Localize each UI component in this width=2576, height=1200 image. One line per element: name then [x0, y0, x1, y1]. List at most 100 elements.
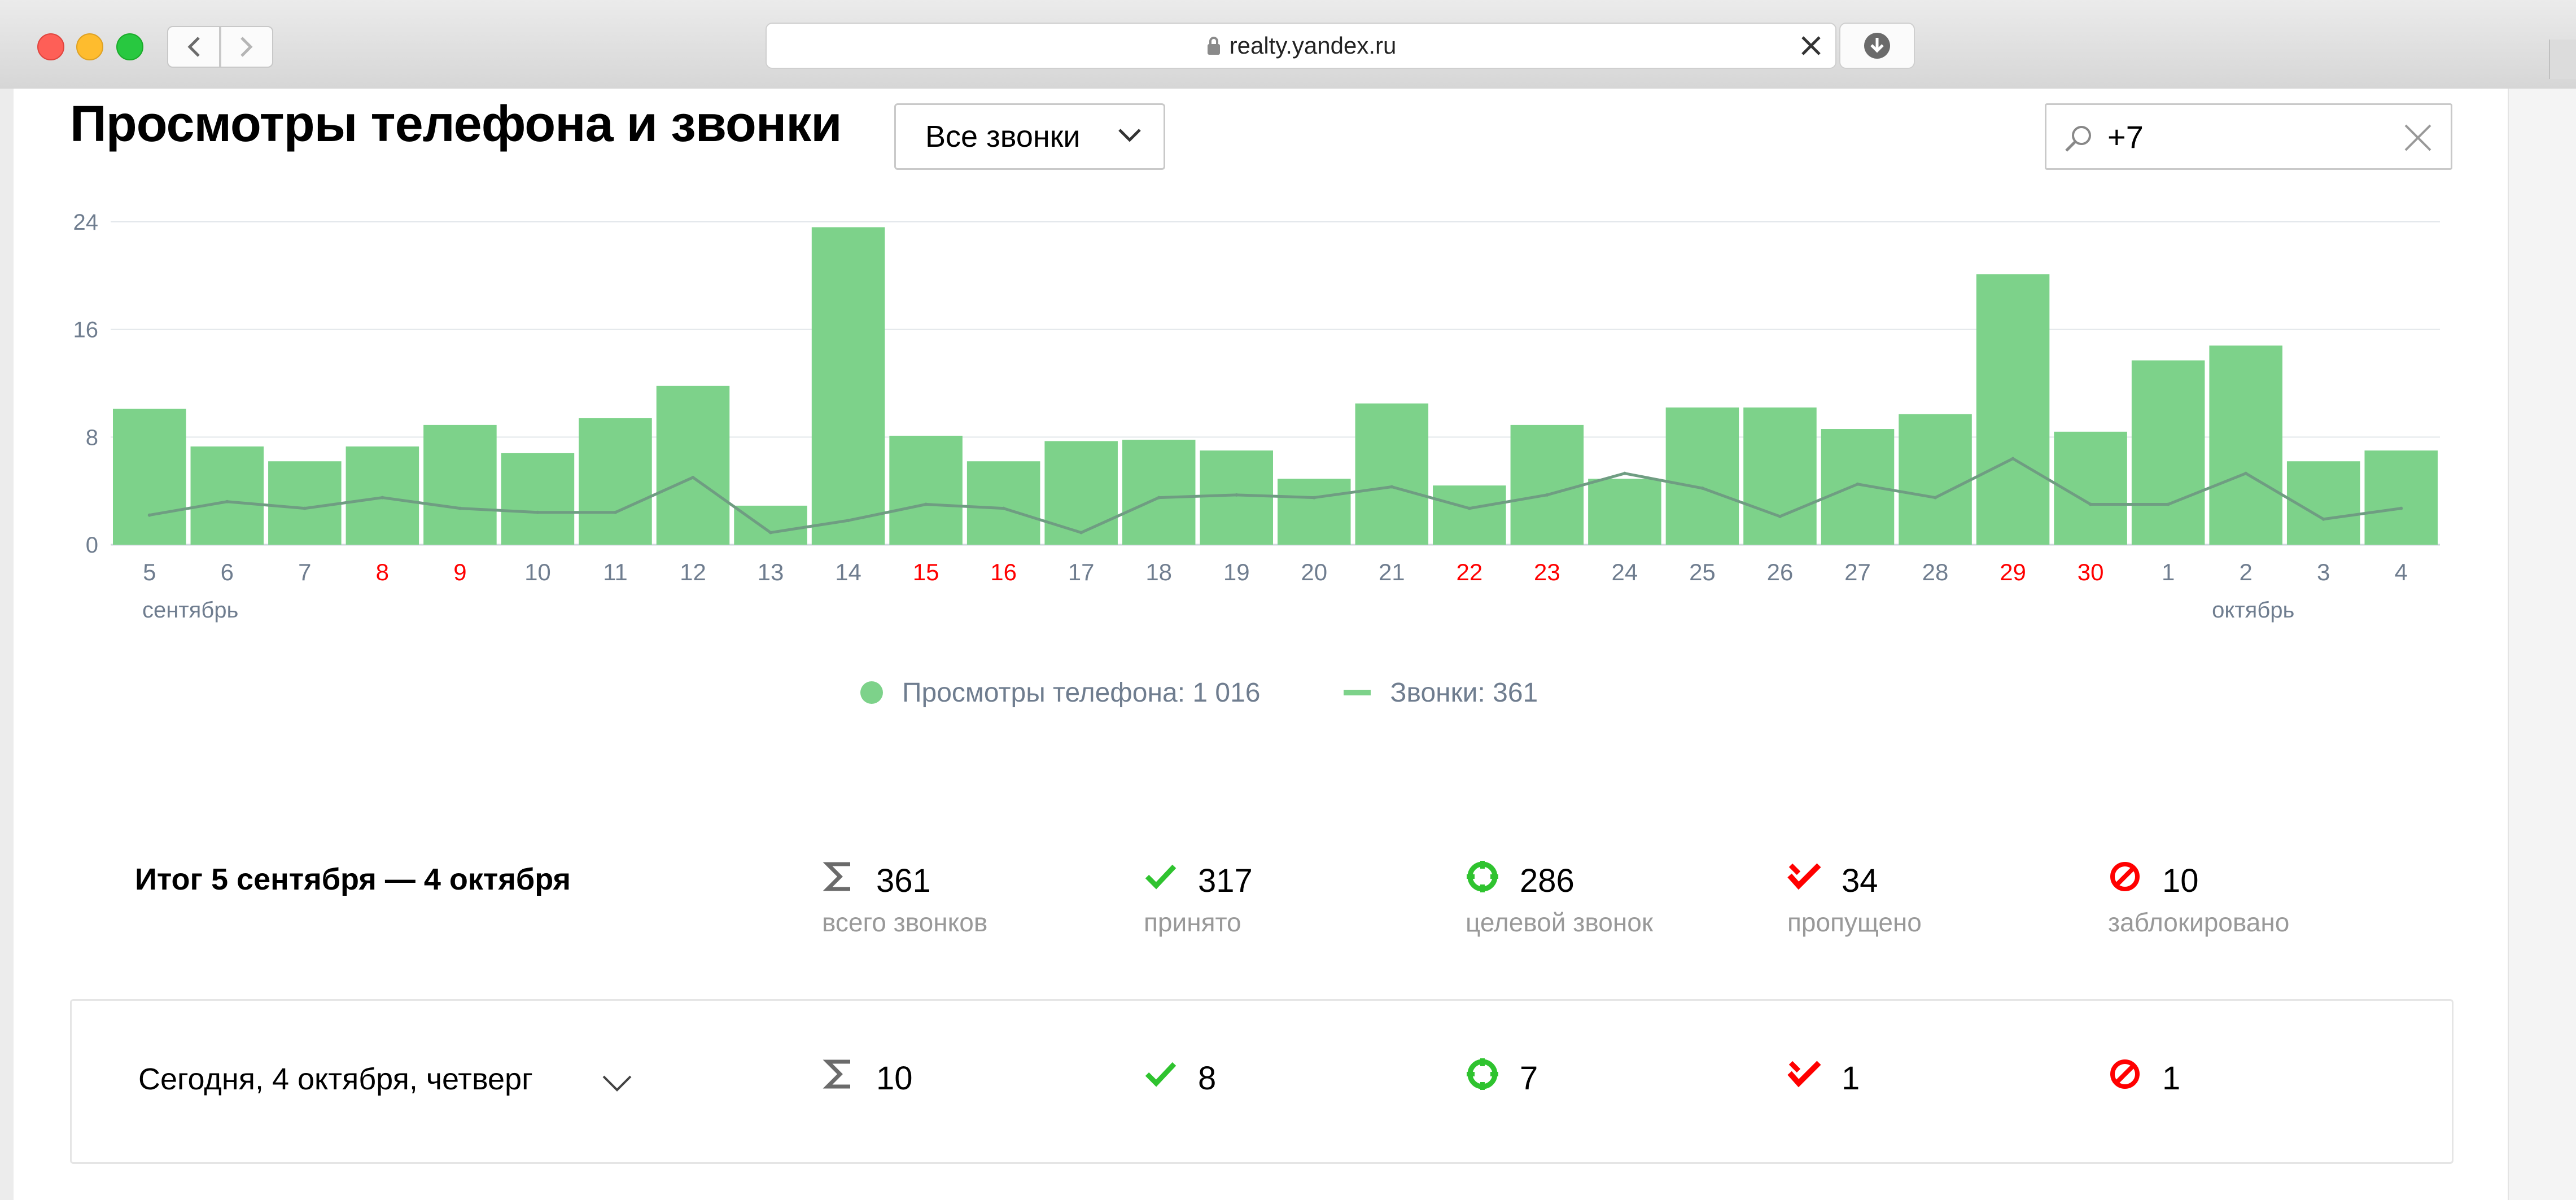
chart-bar[interactable]: [113, 409, 186, 545]
chart-bar[interactable]: [1588, 479, 1661, 545]
legend-views-marker: [860, 681, 883, 704]
stat-value: 34: [1842, 862, 1878, 899]
calls-point: [2244, 471, 2248, 475]
page-viewport: Просмотры телефона и звонки Все звонки 0…: [0, 89, 2576, 1200]
chart-bar[interactable]: [423, 424, 497, 545]
chart-bar[interactable]: [734, 505, 807, 545]
x-tick-label: 7: [298, 559, 311, 585]
downloads-button[interactable]: [1839, 23, 1915, 69]
chart-bar[interactable]: [656, 386, 730, 545]
chart-bar[interactable]: [1433, 485, 1506, 545]
chart-bar[interactable]: [1510, 424, 1584, 545]
chart-bar[interactable]: [1122, 440, 1196, 545]
legend-calls-label[interactable]: Звонки: 361: [1390, 677, 1538, 708]
calls-point: [691, 475, 695, 479]
calls-point: [458, 506, 462, 510]
calls-point: [1856, 482, 1860, 486]
stat-value: 361: [876, 862, 931, 899]
calls-point: [1235, 493, 1239, 497]
x-tick-label: 28: [1922, 559, 1949, 585]
x-tick-label: 21: [1379, 559, 1405, 585]
check-icon: [1144, 860, 1178, 894]
calls-point: [769, 531, 773, 535]
calls-point: [924, 502, 928, 506]
x-tick-label: 4: [2395, 559, 2408, 585]
stat-value: 10: [876, 1060, 913, 1097]
legend-views-label[interactable]: Просмотры телефона: 1 016: [902, 677, 1260, 708]
chart-bar[interactable]: [1743, 407, 1817, 545]
calls-point: [225, 500, 229, 503]
chart-bar[interactable]: [501, 453, 575, 545]
x-tick-label: 29: [2000, 559, 2026, 585]
chart-bar[interactable]: [1044, 441, 1118, 545]
today-card[interactable]: Сегодня, 4 октября, четверг: [70, 999, 2453, 1164]
summary-title: Итог 5 сентября — 4 октября: [135, 862, 571, 896]
x-tick-label: 15: [913, 559, 939, 585]
x-tick-label: 9: [453, 559, 466, 585]
forward-button[interactable]: [220, 26, 273, 68]
chart-bar[interactable]: [2209, 345, 2282, 545]
lock-icon: [1207, 37, 1220, 55]
y-tick-label: 24: [73, 210, 99, 235]
y-tick-label: 0: [86, 533, 98, 558]
x-tick-label: 1: [2162, 559, 2175, 585]
x-tick-label: 14: [835, 559, 861, 585]
back-button[interactable]: [167, 26, 220, 68]
minimize-window-button[interactable]: [76, 33, 103, 60]
close-window-button[interactable]: [37, 33, 64, 60]
y-tick-label: 8: [86, 425, 98, 450]
chart-bar[interactable]: [1355, 403, 1429, 545]
x-tick-label: 26: [1767, 559, 1794, 585]
missed-call-icon: [1787, 1057, 1821, 1091]
calls-point: [1622, 471, 1626, 475]
new-tab-button[interactable]: [2549, 40, 2576, 79]
chart-bar[interactable]: [889, 435, 963, 545]
calls-point: [2089, 502, 2093, 506]
calls-point: [1390, 485, 1394, 489]
chart-bar[interactable]: [268, 461, 342, 545]
stat-value: 8: [1198, 1060, 1217, 1097]
calls-point: [381, 496, 384, 500]
x-tick-label: 8: [376, 559, 389, 585]
browser-toolbar: realty.yandex.ru: [0, 0, 2576, 90]
chart-bar[interactable]: [345, 446, 419, 545]
chevron-down-icon[interactable]: [601, 1073, 633, 1093]
zoom-window-button[interactable]: [116, 33, 143, 60]
page-scrollbar[interactable]: [2508, 89, 2576, 1200]
sigma-icon: [822, 860, 856, 894]
calls-point: [613, 510, 617, 514]
chart-bar[interactable]: [1200, 450, 1273, 545]
calls-point: [303, 506, 307, 510]
chart-bar[interactable]: [579, 418, 652, 545]
chart-bar[interactable]: [811, 227, 885, 545]
month-label: сентябрь: [142, 598, 238, 623]
stat-value: 10: [2162, 862, 2199, 899]
chart-bar[interactable]: [1821, 429, 1895, 545]
x-tick-label: 25: [1689, 559, 1716, 585]
x-tick-label: 6: [221, 559, 234, 585]
chart-bar[interactable]: [1665, 407, 1739, 545]
chart-bar[interactable]: [1278, 479, 1351, 545]
chart-bar[interactable]: [190, 446, 264, 545]
x-tick-label: 30: [2078, 559, 2104, 585]
chart-bar[interactable]: [2131, 360, 2205, 545]
calls-point: [1079, 531, 1083, 535]
today-title: Сегодня, 4 октября, четверг: [138, 1062, 533, 1096]
y-tick-label: 16: [73, 318, 99, 343]
stat-caption: целевой звонок: [1466, 908, 1653, 937]
x-tick-label: 23: [1534, 559, 1560, 585]
chart-bar[interactable]: [1899, 414, 1972, 545]
x-tick-label: 18: [1145, 559, 1172, 585]
x-tick-label: 24: [1612, 559, 1638, 585]
x-tick-label: 16: [990, 559, 1017, 585]
close-icon[interactable]: [1797, 32, 1825, 60]
address-bar[interactable]: realty.yandex.ru: [766, 23, 1836, 69]
legend-calls-marker: [1344, 690, 1371, 695]
chart-bar[interactable]: [2364, 450, 2438, 545]
stat-value: 1: [2162, 1060, 2181, 1097]
x-tick-label: 17: [1068, 559, 1095, 585]
sigma-icon: [822, 1057, 856, 1091]
chart-bar[interactable]: [966, 461, 1040, 545]
chart-bar[interactable]: [1976, 274, 2050, 545]
blocked-icon: [2108, 860, 2142, 894]
